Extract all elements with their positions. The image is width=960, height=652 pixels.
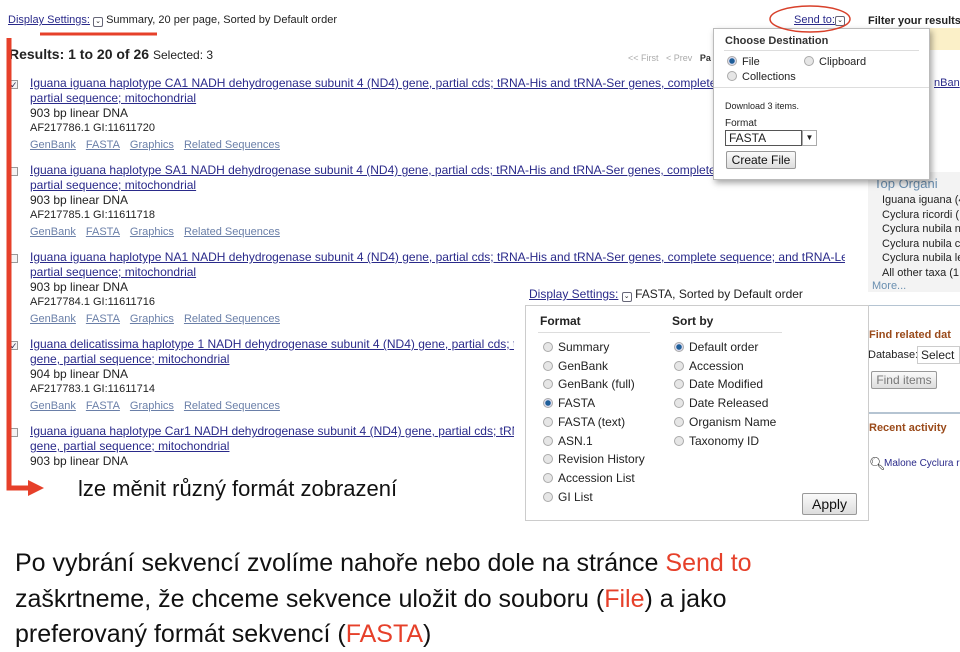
annotation-arrow-line bbox=[6, 38, 30, 491]
instruction-line-1: Po vybrání sekvencí zvolíme nahoře nebo … bbox=[15, 549, 752, 577]
annotation-ellipse bbox=[769, 5, 851, 33]
arrow-head-icon bbox=[28, 480, 44, 496]
instruction-line-2: zaškrtneme, že chceme sekvence uložit do… bbox=[15, 585, 727, 613]
instruction-line-3: preferovaný formát sekvencí (FASTA) bbox=[15, 620, 432, 648]
arrow-caption: lze měnit různý formát zobrazení bbox=[78, 476, 402, 502]
